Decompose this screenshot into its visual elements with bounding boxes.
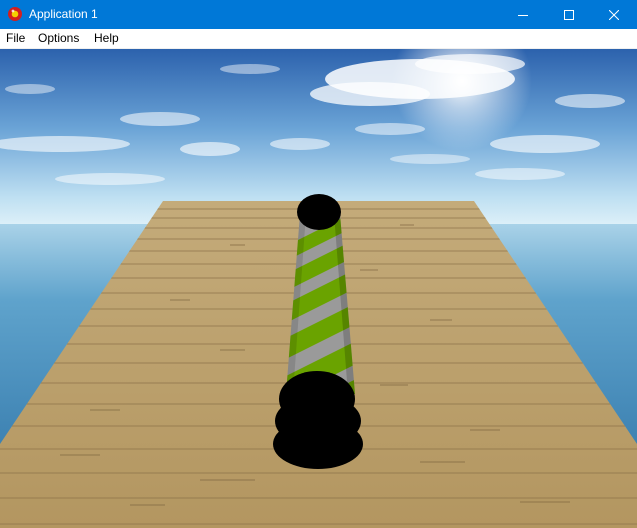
application-window: Application 1 File Options Help xyxy=(0,0,637,528)
close-icon xyxy=(609,9,619,20)
menu-file[interactable]: File xyxy=(0,29,31,48)
maximize-button[interactable] xyxy=(546,0,592,29)
tube-far-end xyxy=(297,194,341,230)
close-button[interactable] xyxy=(591,0,637,29)
menu-options[interactable]: Options xyxy=(32,29,85,48)
app-red-ball-icon xyxy=(8,7,22,21)
3d-viewport[interactable] xyxy=(0,49,637,528)
menu-help[interactable]: Help xyxy=(88,29,125,48)
maximize-icon xyxy=(564,9,574,20)
minimize-icon xyxy=(518,14,528,16)
minimize-button[interactable] xyxy=(500,0,546,29)
menu-bar: File Options Help xyxy=(0,29,637,49)
tube-near-end xyxy=(273,371,363,469)
window-title: Application 1 xyxy=(29,7,98,21)
title-bar[interactable]: Application 1 xyxy=(0,0,637,29)
